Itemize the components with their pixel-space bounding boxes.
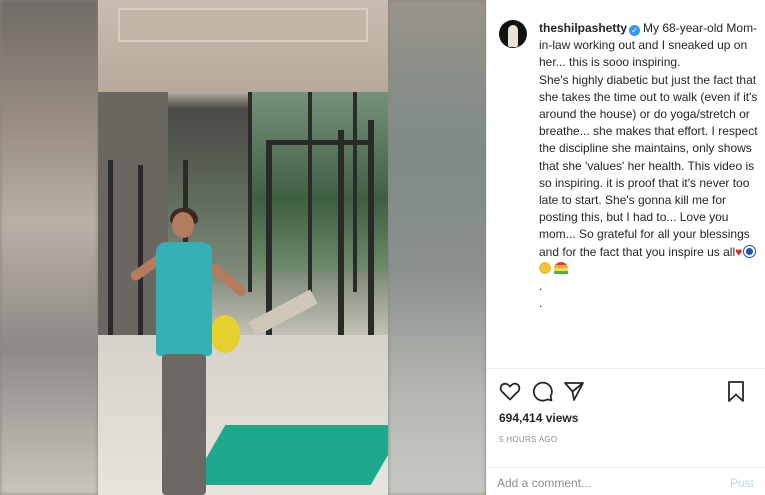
comment-icon[interactable]	[530, 379, 554, 403]
post-timestamp[interactable]: 5 HOURS AGO	[499, 435, 557, 444]
view-count[interactable]: 694,414 views	[499, 411, 578, 425]
video-blur-right	[388, 0, 486, 495]
avatar[interactable]	[499, 20, 527, 48]
bookmark-icon[interactable]	[724, 379, 748, 403]
video-blur-left	[0, 0, 98, 495]
comment-box: Post	[487, 467, 765, 495]
caption-area: theshilpashetty ✓ My 68-year-old Mom-in-la…	[487, 0, 765, 368]
smiling-face-emoji-icon	[539, 261, 551, 274]
heart-icon[interactable]	[498, 379, 522, 403]
post-actions: 694,414 views 5 HOURS AGO Post	[487, 368, 765, 494]
yoga-mat	[190, 425, 388, 485]
post-side-panel: theshilpashetty ✓ My 68-year-old Mom-in-la…	[486, 0, 765, 495]
share-icon[interactable]	[562, 379, 586, 403]
post-media[interactable]	[0, 0, 486, 495]
caption-text: My 68-year-old Mom-in-law working out an…	[539, 21, 758, 259]
post-comment-button[interactable]: Post	[730, 476, 754, 490]
rainbow-emoji-icon	[554, 261, 568, 274]
nazar-amulet-emoji-icon	[744, 245, 756, 257]
exercise-ball	[210, 315, 240, 353]
comment-input[interactable]	[497, 474, 697, 492]
gym-bench	[248, 289, 318, 337]
username-link[interactable]: theshilpashetty	[539, 21, 627, 35]
workout-video[interactable]	[98, 0, 388, 495]
red-heart-emoji-icon: ♥	[735, 244, 743, 259]
post-caption: theshilpashetty ✓ My 68-year-old Mom-in-la…	[539, 20, 761, 312]
verified-badge-icon: ✓	[629, 25, 641, 36]
caption-dots: . .	[539, 279, 543, 311]
